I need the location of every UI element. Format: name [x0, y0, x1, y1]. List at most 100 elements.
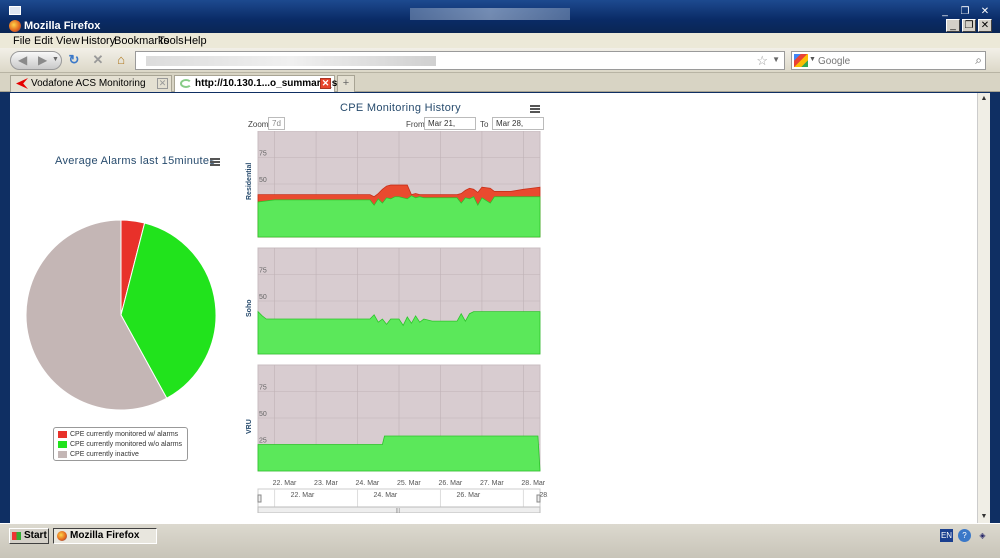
- google-engine-icon[interactable]: [794, 54, 808, 67]
- vodafone-icon: [16, 78, 28, 89]
- navigator-right-handle[interactable]: [536, 494, 541, 503]
- history-chart: 0255075Residential0255075Soho0255075VRU2…: [246, 131, 548, 513]
- navigator-left-handle[interactable]: [257, 494, 262, 503]
- blurred-region: [410, 8, 570, 20]
- start-button[interactable]: Start: [9, 528, 49, 544]
- window-border-right: [990, 93, 1000, 523]
- taskbar: Start Mozilla Firefox EN ? ◈: [0, 523, 1000, 558]
- pie-menu-icon[interactable]: [210, 158, 220, 166]
- pie-chart-title: Average Alarms last 15minutes: [55, 155, 216, 167]
- navigator-tick-label: 22. Mar: [291, 492, 315, 499]
- from-label: From: [406, 120, 425, 129]
- top-close-button[interactable]: ✕: [978, 6, 992, 19]
- navigation-toolbar: ◀ ▶ ▼ ↻ ✕ ⌂ ☆ ▼ ▼ ⌕: [0, 48, 1000, 73]
- window-system-icon[interactable]: [9, 6, 21, 15]
- url-dropdown-icon[interactable]: ▼: [772, 55, 780, 64]
- firefox-icon: [57, 531, 67, 541]
- menu-bar: File Edit View History Bookmarks Tools H…: [0, 33, 1000, 48]
- y-tick-label: 75: [259, 151, 267, 158]
- y-tick-label: 25: [259, 438, 267, 445]
- engine-dropdown-icon[interactable]: ▼: [809, 56, 816, 63]
- scrollbar-grip-icon: |||: [396, 508, 400, 513]
- stop-icon[interactable]: ✕: [90, 52, 106, 69]
- url-blurred-text: [146, 56, 436, 66]
- back-arrow-icon[interactable]: ◀: [18, 53, 27, 67]
- y-tick-label: 50: [259, 294, 267, 301]
- to-label: To: [480, 120, 489, 129]
- y-tick-label: 50: [259, 411, 267, 418]
- panel-label: Soho: [246, 300, 253, 318]
- tab-summary[interactable]: http://10.130.1...o_summary_sinc ✕: [174, 75, 352, 92]
- search-bar: ▼ ⌕: [791, 51, 986, 70]
- top-minimize-button[interactable]: _: [938, 6, 952, 19]
- legend-label: CPE currently monitored w/o alarms: [70, 441, 183, 448]
- menu-tools[interactable]: Tools: [158, 35, 184, 47]
- legend-label: CPE currently monitored w/ alarms: [70, 431, 179, 438]
- x-tick-label: 24. Mar: [356, 480, 380, 487]
- window-titlebar: Mozilla Firefox _ ❐ ✕ _ ❐ ✕: [0, 0, 1000, 33]
- pie-legend: CPE currently monitored w/ alarms CPE cu…: [53, 427, 188, 461]
- vertical-scrollbar[interactable]: ▲ ▼: [977, 93, 990, 523]
- pie-chart: [25, 219, 217, 411]
- menu-file[interactable]: File: [13, 35, 31, 47]
- x-tick-label: 25. Mar: [397, 480, 421, 487]
- top-restore-button[interactable]: ❐: [958, 6, 972, 19]
- restore-button[interactable]: ❐: [962, 19, 976, 32]
- reload-icon[interactable]: ↻: [66, 52, 82, 69]
- x-tick-label: 26. Mar: [438, 480, 462, 487]
- x-tick-label: 27. Mar: [480, 480, 504, 487]
- tab-close-icon[interactable]: ✕: [320, 78, 331, 89]
- area-series-residential[interactable]: [257, 195, 541, 238]
- new-tab-button[interactable]: +: [337, 75, 355, 92]
- windows-logo-icon: [12, 532, 21, 540]
- tab-bar: Vodafone ACS Monitoring ✕ http://10.130.…: [0, 73, 1000, 92]
- language-indicator[interactable]: EN: [940, 529, 953, 542]
- close-button[interactable]: ✕: [978, 19, 992, 32]
- history-dropdown-icon[interactable]: ▼: [52, 52, 59, 69]
- loading-icon: [180, 79, 192, 88]
- menu-history[interactable]: History: [81, 35, 115, 47]
- legend-swatch: [58, 451, 67, 458]
- magnifier-icon[interactable]: ⌕: [975, 53, 982, 68]
- help-icon[interactable]: ?: [958, 529, 971, 542]
- legend-item-inactive[interactable]: CPE currently inactive: [58, 451, 139, 460]
- to-date-input[interactable]: Mar 28, 2014: [492, 117, 544, 139]
- navigator-tick-label: 24. Mar: [374, 492, 398, 499]
- legend-swatch: [58, 441, 67, 448]
- star-icon[interactable]: ☆: [756, 53, 768, 69]
- tab-close-icon[interactable]: ✕: [157, 78, 168, 89]
- y-tick-label: 50: [259, 177, 267, 184]
- search-input[interactable]: [818, 54, 968, 68]
- forward-arrow-icon[interactable]: ▶: [38, 53, 47, 67]
- tab-label: Vodafone ACS Monitoring: [31, 78, 146, 89]
- scroll-down-icon[interactable]: ▼: [978, 511, 990, 523]
- x-tick-label: 22. Mar: [273, 480, 297, 487]
- network-icon[interactable]: ◈: [976, 529, 989, 542]
- navigator-tick-label: 26. Mar: [456, 492, 480, 499]
- taskbar-firefox[interactable]: Mozilla Firefox: [53, 528, 157, 544]
- history-menu-icon[interactable]: [530, 105, 540, 113]
- window-border-left: [0, 93, 10, 523]
- y-tick-label: 75: [259, 385, 267, 392]
- x-tick-label: 28. Mar: [521, 480, 545, 487]
- minimize-button[interactable]: _: [946, 19, 960, 32]
- url-bar[interactable]: ☆ ▼: [135, 51, 785, 70]
- panel-label: VRU: [246, 419, 253, 434]
- menu-view[interactable]: View: [56, 35, 80, 47]
- window-title: Mozilla Firefox: [24, 20, 101, 32]
- y-tick-label: 75: [259, 268, 267, 275]
- home-icon[interactable]: ⌂: [113, 52, 129, 69]
- menu-edit[interactable]: Edit: [34, 35, 53, 47]
- scroll-up-icon[interactable]: ▲: [978, 93, 990, 105]
- start-label: Start: [24, 530, 47, 541]
- page-content: Average Alarms last 15minutes CPE curren…: [10, 93, 977, 523]
- tab-vodafone[interactable]: Vodafone ACS Monitoring ✕: [10, 75, 172, 92]
- menu-help[interactable]: Help: [184, 35, 207, 47]
- from-date-input[interactable]: Mar 21, 2014: [424, 117, 476, 139]
- history-chart-title: CPE Monitoring History: [340, 102, 461, 114]
- x-tick-label: 23. Mar: [314, 480, 338, 487]
- panel-label: Residential: [246, 163, 253, 200]
- legend-item-no-alarms[interactable]: CPE currently monitored w/o alarms: [58, 441, 182, 450]
- legend-item-alarms[interactable]: CPE currently monitored w/ alarms: [58, 431, 178, 440]
- zoom-7d-button[interactable]: 7d: [268, 117, 285, 130]
